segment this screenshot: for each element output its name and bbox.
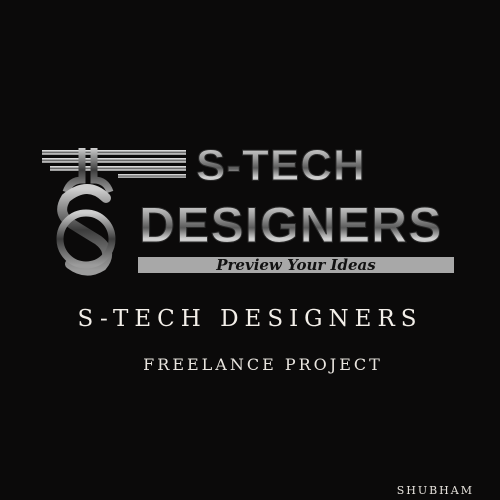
wing-stripes (42, 150, 186, 178)
page-title: S-TECH DESIGNERS (77, 306, 423, 332)
poster-canvas: S-TECH DESIGNERS Preview Your Ideas S-TE… (0, 0, 500, 500)
author-credit: SHUBHAM (396, 484, 474, 497)
logo-line1: S-TECH (196, 141, 366, 190)
page-subtitle: FREELANCE PROJECT (143, 355, 383, 374)
logo-line2: DESIGNERS (139, 197, 443, 253)
brand-logo: S-TECH DESIGNERS Preview Your Ideas (36, 140, 466, 280)
brand-logo-graphic: S-TECH DESIGNERS Preview Your Ideas (42, 141, 454, 276)
logo-tagline: Preview Your Ideas (215, 256, 376, 274)
